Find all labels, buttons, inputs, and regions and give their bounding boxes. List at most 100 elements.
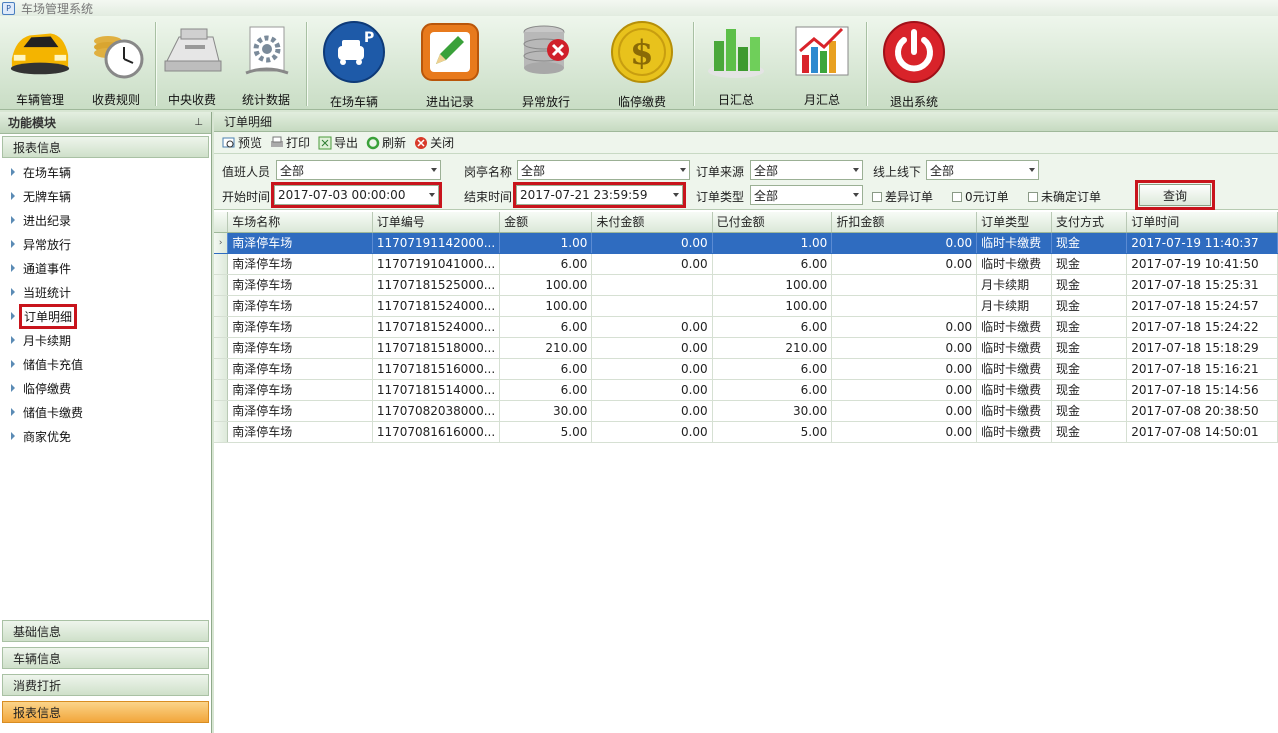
table-row[interactable]: 南泽停车场 11707181518000... 210.00 0.00 210.00 0.… (214, 337, 1278, 359)
function-module-panel: 功能模块 ⊥ 报表信息 在场车辆 无牌车辆 进出纪录 异常放行 通道事件 当班统… (0, 112, 212, 733)
row-header[interactable] (214, 421, 229, 443)
sidebar-item-stored-card-payment[interactable]: 储值卡缴费 (0, 400, 211, 424)
refresh-button[interactable]: 刷新 (366, 134, 406, 151)
sidebar-item-abnormal-release[interactable]: 异常放行 (0, 232, 211, 256)
gear-document-icon (234, 20, 298, 82)
order-type-select[interactable]: 全部 (750, 185, 863, 205)
sidebar-item-monthly-card-renewal[interactable]: 月卡续期 (0, 328, 211, 352)
end-time-label: 结束时间 (464, 190, 513, 204)
row-header[interactable] (214, 295, 229, 317)
table-cell (831, 295, 978, 317)
sidebar-item-channel-events[interactable]: 通道事件 (0, 256, 211, 280)
online-offline-select[interactable]: 全部 (926, 160, 1039, 180)
table-row[interactable]: 南泽停车场 11707181524000... 6.00 0.00 6.00 0.00 临时… (214, 316, 1278, 338)
diff-order-checkbox[interactable]: 差异订单 (872, 188, 933, 205)
table-cell: 2017-07-18 15:16:21 (1126, 358, 1278, 380)
column-header[interactable]: 折扣金额 (831, 212, 978, 233)
svg-text:P: P (364, 30, 374, 46)
row-header[interactable] (214, 379, 229, 401)
table-cell: 0.00 (591, 253, 713, 275)
column-header[interactable]: 未付金额 (591, 212, 713, 233)
print-button[interactable]: 打印 (270, 134, 310, 151)
sidebar-item-temp-parking-payment[interactable]: 临停缴费 (0, 376, 211, 400)
database-error-icon (514, 20, 578, 84)
table-row[interactable]: 南泽停车场 11707081616000... 5.00 0.00 5.00 0.00 临时… (214, 421, 1278, 443)
row-header[interactable] (214, 253, 229, 275)
pin-icon[interactable]: ⊥ (194, 117, 203, 128)
toolbar-fee-rules-button[interactable]: 收费规则 (82, 20, 150, 108)
sidebar-item-entry-exit-records[interactable]: 进出纪录 (0, 208, 211, 232)
row-header[interactable] (214, 274, 229, 296)
query-button[interactable]: 查询 (1135, 180, 1215, 210)
table-row[interactable]: 南泽停车场 11707181516000... 6.00 0.00 6.00 0.00 临时… (214, 358, 1278, 380)
sidebar-item-shift-stats[interactable]: 当班统计 (0, 280, 211, 304)
export-button[interactable]: 导出 (318, 134, 358, 151)
chevron-down-icon (853, 168, 859, 172)
table-cell: 6.00 (712, 379, 833, 401)
sidebar-item-vehicles-in-lot[interactable]: 在场车辆 (0, 160, 211, 184)
table-row[interactable]: › 南泽停车场 11707191142000... 1.00 0.00 1.00 0.00 临… (214, 232, 1278, 254)
row-header[interactable] (214, 400, 229, 422)
table-cell: 0.00 (591, 421, 713, 443)
unconfirmed-order-checkbox[interactable]: 未确定订单 (1028, 188, 1101, 205)
sidebar-item-label: 在场车辆 (23, 165, 72, 180)
tab-order-details[interactable]: 订单明细 (214, 112, 1278, 132)
sidebar-group-discounts[interactable]: 消费打折 (2, 674, 209, 696)
toolbar-monthly-summary-button[interactable]: 月汇总 (786, 20, 858, 108)
toolbar-central-charge-button[interactable]: 中央收费 (158, 20, 226, 108)
toolbar-vehicle-management-button[interactable]: 车辆管理 (4, 20, 76, 108)
toolbar-exit-system-button[interactable]: 退出系统 (878, 20, 950, 109)
booth-name-select[interactable]: 全部 (517, 160, 690, 180)
order-source-select[interactable]: 全部 (750, 160, 863, 180)
toolbar-temp-parking-payment-button[interactable]: $ 临停缴费 (606, 20, 678, 109)
toolbar-statistics-button[interactable]: 统计数据 (232, 20, 300, 108)
toolbar-daily-summary-button[interactable]: 日汇总 (700, 20, 772, 108)
column-header[interactable]: 订单编号 (372, 212, 501, 233)
column-header[interactable]: 车场名称 (227, 212, 373, 233)
toolbar-abnormal-release-button[interactable]: 异常放行 (510, 20, 582, 109)
sidebar-item-order-details[interactable]: 订单明细 (0, 303, 211, 329)
printer-icon (270, 136, 284, 150)
row-header[interactable] (214, 316, 229, 338)
table-cell: 2017-07-08 14:50:01 (1126, 421, 1278, 443)
sidebar-group-reports[interactable]: 报表信息 (2, 136, 209, 158)
end-time-picker[interactable]: 2017-07-21 23:59:59 (513, 182, 686, 208)
toolbar-entry-exit-records-button[interactable]: 进出记录 (414, 20, 486, 109)
table-row[interactable]: 南泽停车场 11707181524000... 100.00 100.00 月卡续期 现金… (214, 295, 1278, 317)
column-header[interactable]: 订单类型 (976, 212, 1053, 233)
column-header[interactable]: 订单时间 (1126, 212, 1278, 233)
checkbox-label: 未确定订单 (1041, 190, 1102, 204)
table-cell: 100.00 (499, 274, 593, 296)
sidebar-item-stored-card-topup[interactable]: 储值卡充值 (0, 352, 211, 376)
table-row[interactable]: 南泽停车场 11707082038000... 30.00 0.00 30.00 0.00… (214, 400, 1278, 422)
table-row[interactable]: 南泽停车场 11707191041000... 6.00 0.00 6.00 0.00 临时… (214, 253, 1278, 275)
sidebar-group-vehicle-info[interactable]: 车辆信息 (2, 647, 209, 669)
row-pointer-icon[interactable]: › (214, 232, 229, 254)
table-row[interactable]: 南泽停车场 11707181525000... 100.00 100.00 月卡续期 现金… (214, 274, 1278, 296)
close-button[interactable]: 关闭 (414, 134, 454, 151)
sidebar-item-merchant-discount[interactable]: 商家优免 (0, 424, 211, 448)
column-header[interactable]: 支付方式 (1051, 212, 1128, 233)
row-header[interactable] (214, 337, 229, 359)
sidebar-item-unlicensed-vehicles[interactable]: 无牌车辆 (0, 184, 211, 208)
triangle-bullet-icon (11, 384, 15, 392)
zero-order-checkbox[interactable]: 0元订单 (952, 188, 1009, 205)
table-cell: 6.00 (499, 379, 593, 401)
column-header[interactable]: 已付金额 (712, 212, 833, 233)
column-header[interactable]: 金额 (499, 212, 593, 233)
sidebar-item-label: 无牌车辆 (23, 189, 72, 204)
toolbar-vehicles-in-lot-button[interactable]: P 在场车辆 (318, 20, 390, 109)
table-row[interactable]: 南泽停车场 11707181514000... 6.00 0.00 6.00 0.00 临时… (214, 379, 1278, 401)
table-cell: 100.00 (712, 274, 833, 296)
table-cell: 现金 (1051, 316, 1128, 338)
duty-staff-select[interactable]: 全部 (276, 160, 441, 180)
toolbar-divider (866, 22, 867, 106)
sidebar-group-reports-active[interactable]: 报表信息 (2, 701, 209, 723)
start-time-picker[interactable]: 2017-07-03 00:00:00 (271, 182, 442, 208)
table-cell: 0.00 (591, 400, 713, 422)
preview-button[interactable]: 预览 (222, 134, 262, 151)
sidebar-group-basic-info[interactable]: 基础信息 (2, 620, 209, 642)
table-cell: 0.00 (831, 379, 978, 401)
row-header[interactable] (214, 358, 229, 380)
datetime-value: 2017-07-21 23:59:59 (520, 188, 648, 202)
